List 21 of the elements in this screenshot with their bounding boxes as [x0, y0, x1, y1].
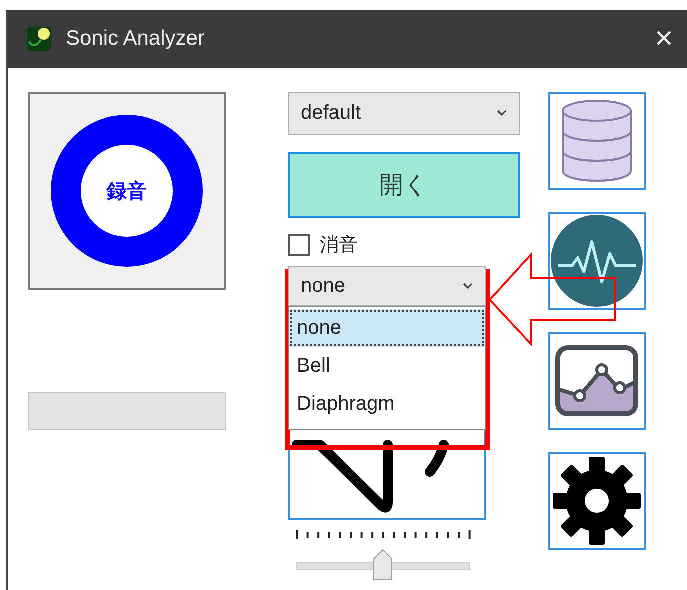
mute-checkbox[interactable]: [288, 234, 310, 256]
chevron-icon: [463, 282, 473, 290]
waveform-button[interactable]: [548, 212, 646, 310]
dropdown-option[interactable]: none: [289, 309, 485, 347]
close-button[interactable]: ✕: [641, 24, 687, 54]
waveform-icon: [550, 214, 644, 308]
chart-button[interactable]: [548, 332, 646, 430]
speaker-icon: [292, 440, 452, 516]
mode-dropdown[interactable]: none: [288, 266, 486, 306]
record-button[interactable]: 録音: [28, 92, 226, 290]
area-chart-icon: [554, 344, 640, 418]
slider-thumb[interactable]: [373, 549, 393, 581]
database-button[interactable]: [548, 92, 646, 190]
mute-label: 消音: [320, 233, 358, 258]
settings-icon: [552, 456, 642, 546]
settings-button[interactable]: [548, 452, 646, 550]
app-icon: [26, 26, 52, 52]
profile-dropdown[interactable]: default: [288, 92, 520, 135]
window-title: Sonic Analyzer: [66, 27, 206, 51]
open-button[interactable]: 開く: [288, 152, 520, 218]
chevron-icon: [497, 110, 507, 117]
